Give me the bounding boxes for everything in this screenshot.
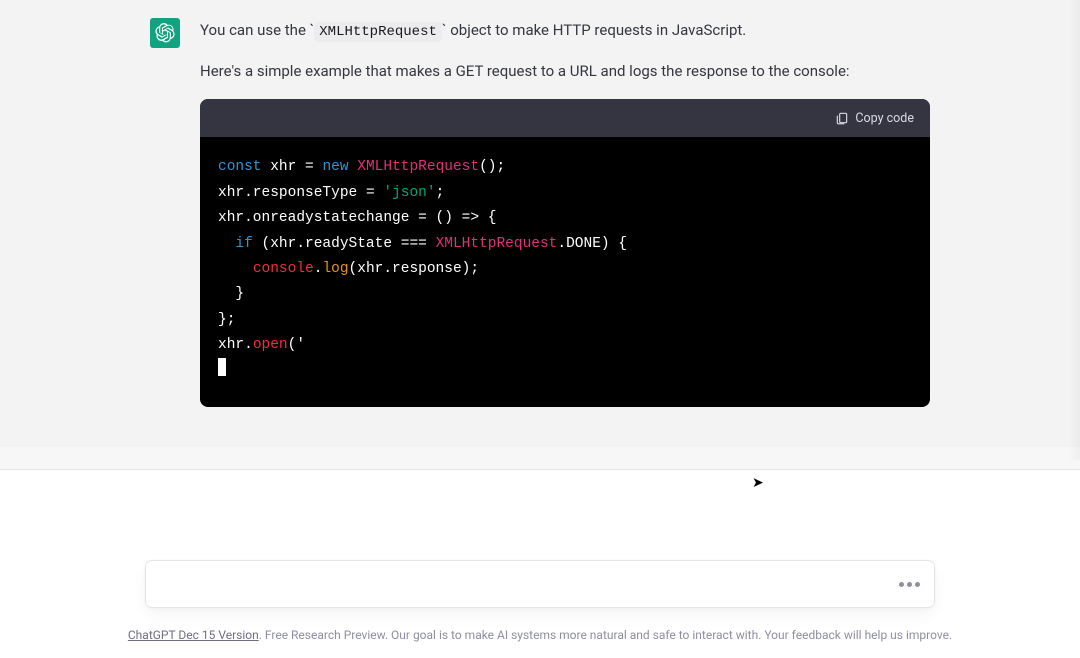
assistant-message-row: You can use the `XMLHttpRequest` object … [150, 18, 930, 407]
code-body[interactable]: const xhr = new XMLHttpRequest(); xhr.re… [200, 137, 930, 406]
input-row [135, 560, 945, 608]
message-paragraph-1: You can use the `XMLHttpRequest` object … [200, 18, 930, 43]
chat-input[interactable] [145, 560, 935, 608]
text-segment: You can use the [200, 21, 310, 39]
copy-code-button[interactable]: Copy code [835, 111, 914, 126]
text-segment: object to make HTTP requests in JavaScri… [447, 21, 747, 39]
disclaimer-text: . Free Research Preview. Our goal is to … [259, 628, 952, 642]
scrollbar-track[interactable] [1068, 0, 1080, 460]
loading-dots-icon [899, 582, 920, 587]
typing-cursor [218, 358, 226, 376]
code-block: Copy code const xhr = new XMLHttpRequest… [200, 99, 930, 406]
composer-area: ChatGPT Dec 15 Version. Free Research Pr… [0, 469, 1080, 658]
assistant-message-content: You can use the `XMLHttpRequest` object … [200, 18, 930, 407]
footer-disclaimer: ChatGPT Dec 15 Version. Free Research Pr… [40, 626, 1040, 658]
clipboard-icon [835, 111, 849, 125]
copy-code-label: Copy code [855, 111, 914, 126]
conversation-area: You can use the `XMLHttpRequest` object … [0, 0, 1080, 447]
inline-code: XMLHttpRequest [314, 22, 442, 42]
openai-logo-icon [155, 23, 175, 43]
message-paragraph-2: Here's a simple example that makes a GET… [200, 59, 930, 83]
code-block-header: Copy code [200, 99, 930, 137]
version-link[interactable]: ChatGPT Dec 15 Version [128, 628, 259, 642]
assistant-avatar [150, 18, 180, 48]
